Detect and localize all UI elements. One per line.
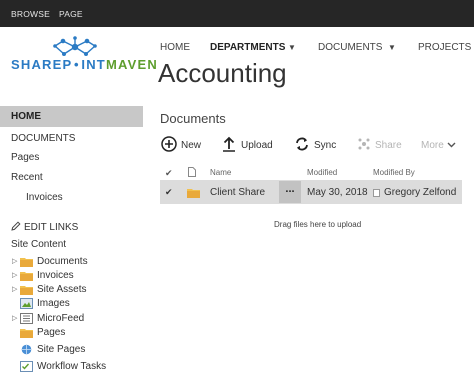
folder-icon: [20, 286, 33, 295]
chevron-down-icon[interactable]: ▼: [288, 43, 296, 52]
leftnav-recent-invoices[interactable]: Invoices: [26, 192, 63, 203]
expand-arrow-icon[interactable]: ▷: [12, 257, 17, 265]
leftnav-pages[interactable]: Pages: [11, 152, 39, 163]
file-type-header-icon: [188, 167, 196, 177]
more-button[interactable]: More: [421, 136, 461, 154]
expand-arrow-icon[interactable]: ▷: [12, 285, 17, 293]
leftnav-home[interactable]: HOME: [0, 106, 143, 127]
documents-webpart-title[interactable]: Documents: [160, 111, 226, 126]
share-icon: [358, 138, 370, 150]
site-logo[interactable]: SHAREP • INTMAVEN: [8, 36, 157, 76]
upload-arrow-icon: [223, 136, 235, 152]
row-modified-by[interactable]: Gregory Zelfond: [384, 187, 456, 198]
pencil-icon: [11, 221, 21, 231]
chevron-down-icon: [447, 142, 456, 148]
ribbon-tab-browse[interactable]: BROWSE: [11, 9, 50, 19]
leftnav-documents[interactable]: DOCUMENTS: [11, 133, 75, 144]
edit-links-button[interactable]: EDIT LINKS: [11, 221, 78, 233]
leftnav-site-content[interactable]: Site Content: [11, 239, 66, 250]
row-checkmark-icon[interactable]: ✔: [165, 187, 173, 198]
topnav-home[interactable]: HOME: [160, 42, 190, 53]
tasks-icon: [20, 361, 33, 372]
more-options-icon[interactable]: ...: [279, 181, 301, 203]
select-all-checkmark-icon[interactable]: ✔: [165, 168, 173, 179]
site-pages-icon: [21, 344, 32, 355]
share-button[interactable]: Share: [357, 136, 403, 154]
topnav-documents[interactable]: DOCUMENTS: [318, 42, 382, 53]
new-button[interactable]: New: [161, 136, 206, 154]
sync-button[interactable]: Sync: [295, 136, 337, 154]
sync-icon: [296, 137, 308, 151]
network-logo-icon: [53, 36, 97, 56]
page-title: Accounting: [158, 58, 287, 88]
plus-circle-icon: [161, 136, 177, 152]
folder-icon: [187, 189, 200, 198]
topnav-departments[interactable]: DEPARTMENTS: [210, 42, 285, 53]
drag-upload-hint: Drag files here to upload: [274, 220, 362, 229]
folder-icon: [20, 258, 33, 267]
list-icon: [20, 313, 33, 324]
logo-wordmark: SHAREP • INTMAVEN: [11, 57, 158, 72]
upload-button[interactable]: Upload: [222, 136, 274, 154]
presence-indicator-icon: [373, 189, 380, 197]
folder-icon: [20, 329, 33, 338]
row-modified: May 30, 2018: [307, 187, 368, 198]
column-header-name[interactable]: Name: [210, 168, 231, 177]
row-name[interactable]: Client Share: [210, 187, 265, 198]
folder-icon: [20, 272, 33, 281]
column-header-modified-by[interactable]: Modified By: [373, 168, 415, 177]
chevron-down-icon[interactable]: ▼: [388, 43, 396, 52]
image-library-icon: [20, 298, 33, 309]
topnav-projects[interactable]: PROJECTS: [418, 42, 471, 53]
expand-arrow-icon[interactable]: ▷: [12, 271, 17, 279]
ribbon-bar: BROWSE PAGE: [0, 0, 474, 27]
ribbon-tab-page[interactable]: PAGE: [59, 9, 83, 19]
column-header-modified[interactable]: Modified: [307, 168, 337, 177]
table-row[interactable]: ✔ Client Share ... May 30, 2018 Gregory …: [160, 180, 462, 204]
leftnav-recent[interactable]: Recent: [11, 172, 43, 183]
expand-arrow-icon[interactable]: ▷: [12, 314, 17, 322]
